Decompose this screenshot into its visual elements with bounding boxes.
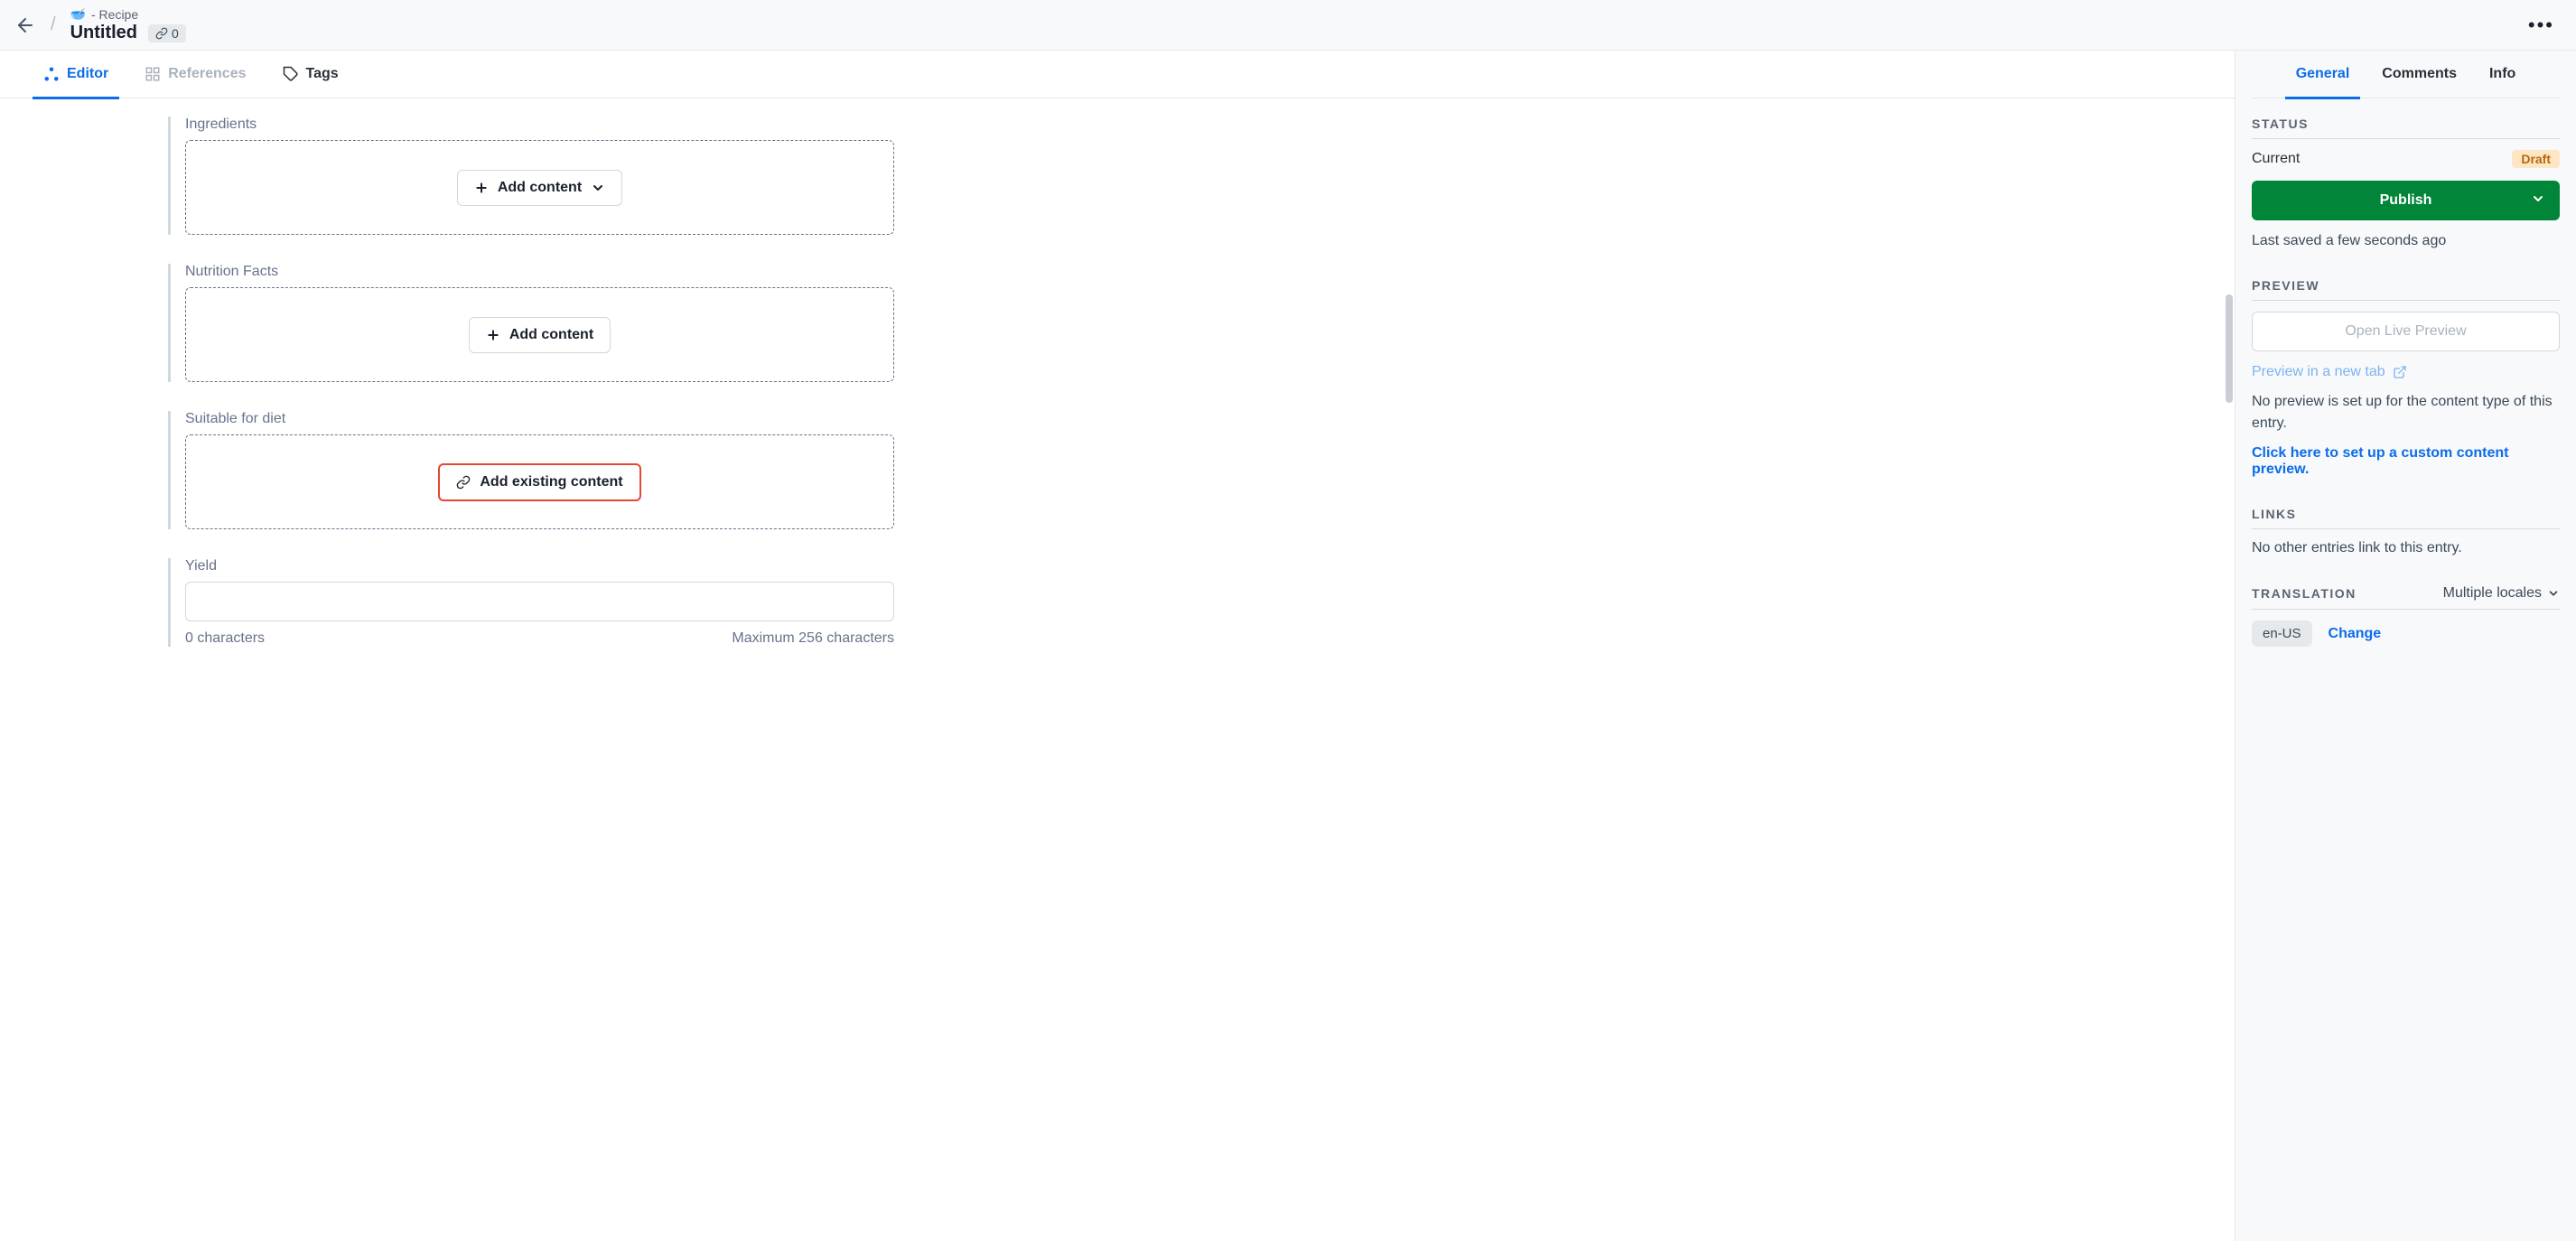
add-existing-content-button[interactable]: Add existing content	[438, 463, 640, 501]
plus-icon	[486, 328, 500, 342]
tab-editor[interactable]: Editor	[43, 51, 108, 98]
section-links: LINKS No other entries link to this entr…	[2252, 489, 2560, 567]
side-tab-general[interactable]: General	[2296, 51, 2350, 98]
external-link-icon	[2393, 365, 2407, 379]
status-heading: STATUS	[2252, 117, 2560, 139]
title-wrap: 🥣 - Recipe Untitled 0	[70, 6, 186, 43]
breadcrumb: 🥣 - Recipe	[70, 6, 186, 22]
open-live-preview-button[interactable]: Open Live Preview	[2252, 312, 2560, 351]
locale-row: en-US Change	[2252, 620, 2560, 647]
section-translation: TRANSLATION Multiple locales en-US Chang…	[2252, 567, 2560, 658]
status-row: Current Draft	[2252, 150, 2560, 168]
plus-icon	[474, 181, 489, 195]
field-ingredients: Ingredients Add content	[168, 117, 894, 235]
link-icon	[456, 475, 471, 490]
add-content-label: Add content	[509, 327, 593, 343]
back-arrow-icon[interactable]	[14, 14, 36, 36]
chevron-down-icon	[2547, 587, 2560, 600]
field-diet: Suitable for diet Add existing content	[168, 411, 894, 529]
side-tab-comments[interactable]: Comments	[2382, 51, 2457, 98]
add-content-button-nutrition[interactable]: Add content	[469, 317, 611, 353]
yield-helper: 0 characters Maximum 256 characters	[185, 630, 894, 647]
title-line: Untitled 0	[70, 23, 186, 43]
translation-header: TRANSLATION Multiple locales	[2252, 585, 2560, 610]
preview-heading: PREVIEW	[2252, 278, 2560, 301]
main-column: Editor References Tags Ingredients Add c…	[0, 51, 2235, 1241]
locale-chip: en-US	[2252, 620, 2312, 647]
field-nutrition: Nutrition Facts Add content	[168, 264, 894, 382]
preview-note: No preview is set up for the content typ…	[2252, 391, 2560, 434]
link-count-badge[interactable]: 0	[148, 24, 186, 42]
add-content-button-ingredients[interactable]: Add content	[457, 170, 622, 206]
last-saved-text: Last saved a few seconds ago	[2252, 233, 2560, 249]
chevron-down-icon	[2531, 191, 2545, 210]
section-status: STATUS Current Draft Publish Last saved …	[2252, 98, 2560, 260]
section-preview: PREVIEW Open Live Preview Preview in a n…	[2252, 260, 2560, 489]
references-icon	[145, 66, 161, 82]
sidebar: General Comments Info STATUS Current Dra…	[2235, 51, 2576, 1241]
ingredients-dropzone: Add content	[185, 140, 894, 235]
editor-body: Ingredients Add content Nutrition Facts …	[0, 98, 894, 703]
link-icon	[155, 27, 168, 40]
preview-new-tab-label: Preview in a new tab	[2252, 364, 2385, 380]
recipe-icon: 🥣	[70, 6, 86, 22]
field-label-nutrition: Nutrition Facts	[185, 264, 894, 280]
publish-label: Publish	[2252, 192, 2560, 209]
tab-editor-label: Editor	[67, 66, 108, 82]
sidebar-tabs: General Comments Info	[2252, 51, 2560, 98]
side-tab-info[interactable]: Info	[2489, 51, 2515, 98]
add-existing-label: Add existing content	[480, 474, 622, 490]
main-tabs: Editor References Tags	[0, 51, 2235, 98]
translation-mode-toggle[interactable]: Multiple locales	[2443, 585, 2560, 602]
status-badge: Draft	[2512, 150, 2560, 168]
tab-tags[interactable]: Tags	[283, 51, 339, 98]
scrollbar-thumb[interactable]	[2226, 294, 2233, 403]
tab-references-label: References	[168, 66, 246, 82]
tab-references[interactable]: References	[145, 51, 246, 98]
max-chars: Maximum 256 characters	[732, 630, 894, 647]
preview-new-tab-link[interactable]: Preview in a new tab	[2252, 364, 2560, 380]
page-title: Untitled	[70, 23, 137, 43]
translation-heading: TRANSLATION	[2252, 586, 2357, 601]
field-label-yield: Yield	[185, 558, 894, 574]
field-yield: Yield 0 characters Maximum 256 character…	[168, 558, 894, 647]
tab-tags-label: Tags	[306, 66, 339, 82]
diet-dropzone: Add existing content	[185, 434, 894, 529]
more-menu-button[interactable]: •••	[2521, 14, 2562, 37]
add-content-label: Add content	[498, 180, 582, 196]
char-count: 0 characters	[185, 630, 265, 647]
hierarchy-icon	[43, 66, 60, 82]
breadcrumb-separator: /	[51, 14, 56, 35]
content-type-label: - Recipe	[91, 7, 138, 22]
links-text: No other entries link to this entry.	[2252, 540, 2560, 556]
setup-preview-link[interactable]: Click here to set up a custom content pr…	[2252, 445, 2560, 478]
translation-mode-label: Multiple locales	[2443, 585, 2542, 602]
status-current-label: Current	[2252, 151, 2300, 167]
chevron-down-icon	[591, 181, 605, 195]
field-label-diet: Suitable for diet	[185, 411, 894, 427]
change-locale-link[interactable]: Change	[2329, 626, 2382, 642]
content-row: Editor References Tags Ingredients Add c…	[0, 50, 2576, 1241]
nutrition-dropzone: Add content	[185, 287, 894, 382]
tag-icon	[283, 66, 299, 82]
field-label-ingredients: Ingredients	[185, 117, 894, 133]
link-count-value: 0	[172, 26, 179, 41]
publish-button[interactable]: Publish	[2252, 181, 2560, 220]
links-heading: LINKS	[2252, 507, 2560, 529]
yield-input[interactable]	[185, 582, 894, 621]
topbar: / 🥣 - Recipe Untitled 0 •••	[0, 0, 2576, 50]
